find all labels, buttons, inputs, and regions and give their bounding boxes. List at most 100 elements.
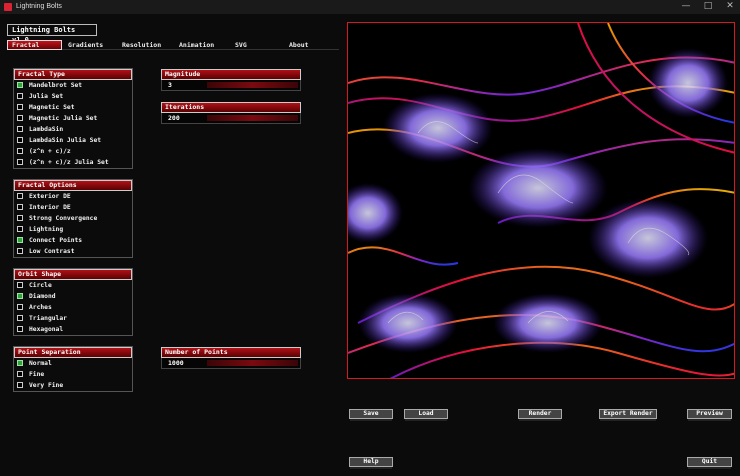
option-label: LambdaSin (29, 126, 64, 133)
window-titlebar: Lightning Bolts — □ ✕ (0, 0, 740, 14)
checkbox[interactable] (17, 159, 23, 165)
option-lambdasin[interactable]: LambdaSin (14, 124, 132, 135)
tab-gradients[interactable]: Gradients (64, 40, 118, 50)
checkbox[interactable] (17, 293, 23, 299)
checkbox[interactable] (17, 382, 23, 388)
checkbox[interactable] (17, 360, 23, 366)
number-of-points-input[interactable]: 1000 (161, 358, 301, 369)
checkbox[interactable] (17, 226, 23, 232)
option-label: Lightning (29, 226, 64, 233)
maximize-button[interactable]: □ (698, 0, 718, 14)
number-of-points-value: 1000 (168, 359, 184, 367)
checkbox[interactable] (17, 148, 23, 154)
fractal-type-title: Fractal Type (14, 69, 132, 80)
option-label: Exterior DE (29, 193, 71, 200)
checkbox[interactable] (17, 215, 23, 221)
option-connect-points[interactable]: Connect Points (14, 235, 132, 246)
option-fine[interactable]: Fine (14, 369, 132, 380)
checkbox[interactable] (17, 237, 23, 243)
checkbox[interactable] (17, 371, 23, 377)
checkbox[interactable] (17, 315, 23, 321)
option-label: Diamond (29, 293, 56, 300)
option-diamond[interactable]: Diamond (14, 291, 132, 302)
option-exterior-de[interactable]: Exterior DE (14, 191, 132, 202)
tab-about[interactable]: About (285, 40, 339, 50)
checkbox[interactable] (17, 282, 23, 288)
close-button[interactable]: ✕ (720, 0, 740, 14)
checkbox[interactable] (17, 82, 23, 88)
iterations-field: Iterations 200 (161, 102, 301, 124)
option-label: Mandelbrot Set (29, 82, 83, 89)
option-lightning[interactable]: Lightning (14, 224, 132, 235)
option-triangular[interactable]: Triangular (14, 313, 132, 324)
option-low-contrast[interactable]: Low Contrast (14, 246, 132, 257)
point-separation-panel: Point Separation Normal Fine Very Fine (13, 346, 133, 392)
option-magnetic-set[interactable]: Magnetic Set (14, 102, 132, 113)
export-render-button[interactable]: Export Render (599, 409, 657, 421)
option-label: Magnetic Julia Set (29, 115, 98, 122)
option-label: Interior DE (29, 204, 71, 211)
option-julia-set[interactable]: Julia Set (14, 91, 132, 102)
preview-button[interactable]: Preview (687, 409, 732, 421)
tab-resolution[interactable]: Resolution (118, 40, 172, 50)
option-interior-de[interactable]: Interior DE (14, 202, 132, 213)
option-arches[interactable]: Arches (14, 302, 132, 313)
option-label: Normal (29, 360, 52, 367)
option-label: Magnetic Set (29, 104, 75, 111)
option-label: Strong Convergence (29, 215, 98, 222)
option-label: Connect Points (29, 237, 83, 244)
checkbox[interactable] (17, 93, 23, 99)
option-zn-c-over-z-julia[interactable]: (z^n + c)/z Julia Set (14, 157, 132, 168)
minimize-button[interactable]: — (676, 0, 696, 14)
version-label: Lightning Bolts v1.0 (7, 24, 97, 44)
checkbox[interactable] (17, 115, 23, 121)
option-label: Very Fine (29, 382, 64, 389)
option-label: Triangular (29, 315, 67, 322)
option-normal[interactable]: Normal (14, 358, 132, 369)
render-button[interactable]: Render (518, 409, 562, 421)
magnitude-value: 3 (168, 81, 172, 89)
load-button[interactable]: Load (404, 409, 448, 421)
checkbox[interactable] (17, 104, 23, 110)
option-magnetic-julia-set[interactable]: Magnetic Julia Set (14, 113, 132, 124)
option-strong-convergence[interactable]: Strong Convergence (14, 213, 132, 224)
checkbox[interactable] (17, 326, 23, 332)
option-label: (z^n + c)/z (29, 148, 71, 155)
option-label: Circle (29, 282, 52, 289)
tab-animation[interactable]: Animation (175, 40, 229, 50)
fractal-options-panel: Fractal Options Exterior DE Interior DE … (13, 179, 133, 258)
option-hexagonal[interactable]: Hexagonal (14, 324, 132, 335)
point-separation-title: Point Separation (14, 347, 132, 358)
iterations-value: 200 (168, 114, 180, 122)
tab-svg[interactable]: SVG (231, 40, 285, 50)
option-lambdasin-julia-set[interactable]: LambdaSin Julia Set (14, 135, 132, 146)
iterations-slider[interactable] (207, 115, 298, 121)
option-label: Arches (29, 304, 52, 311)
option-label: Fine (29, 371, 45, 378)
option-mandelbrot-set[interactable]: Mandelbrot Set (14, 80, 132, 91)
help-button[interactable]: Help (349, 457, 393, 469)
option-label: (z^n + c)/z Julia Set (29, 159, 109, 166)
option-very-fine[interactable]: Very Fine (14, 380, 132, 391)
option-label: Low Contrast (29, 248, 75, 255)
iterations-input[interactable]: 200 (161, 113, 301, 124)
checkbox[interactable] (17, 204, 23, 210)
orbit-shape-panel: Orbit Shape Circle Diamond Arches Triang… (13, 268, 133, 336)
checkbox[interactable] (17, 137, 23, 143)
tab-bar: Fractal Gradients Resolution Animation S… (7, 40, 339, 50)
save-button[interactable]: Save (349, 409, 393, 421)
checkbox[interactable] (17, 126, 23, 132)
checkbox[interactable] (17, 248, 23, 254)
option-zn-c-over-z[interactable]: (z^n + c)/z (14, 146, 132, 157)
iterations-label: Iterations (161, 102, 301, 113)
checkbox[interactable] (17, 304, 23, 310)
tab-fractal[interactable]: Fractal (7, 40, 62, 50)
number-of-points-slider[interactable] (207, 360, 298, 366)
fractal-render-canvas[interactable] (347, 22, 735, 379)
app-body: Lightning Bolts v1.0 Fractal Gradients R… (0, 14, 740, 476)
magnitude-input[interactable]: 3 (161, 80, 301, 91)
quit-button[interactable]: Quit (687, 457, 732, 469)
magnitude-slider[interactable] (207, 82, 298, 88)
checkbox[interactable] (17, 193, 23, 199)
option-circle[interactable]: Circle (14, 280, 132, 291)
